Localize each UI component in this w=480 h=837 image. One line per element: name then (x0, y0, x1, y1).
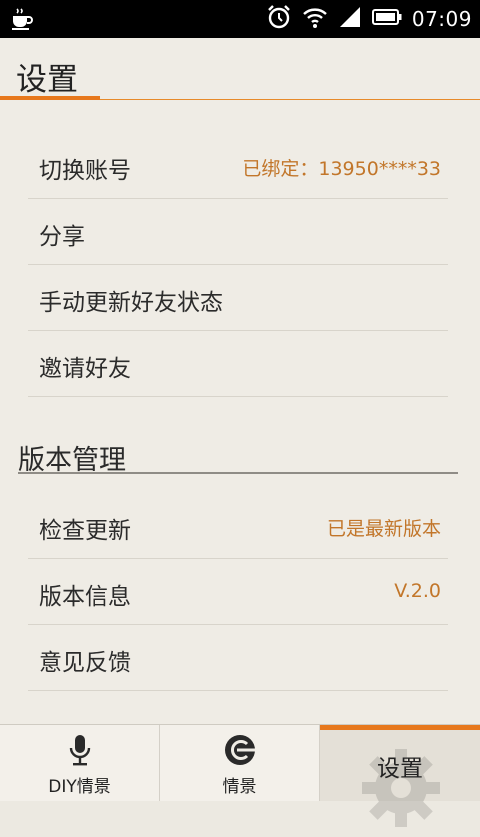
row-label: 切换账号 (39, 158, 131, 184)
microphone-icon (65, 733, 95, 773)
tab-label: 情景 (222, 777, 257, 797)
page-title: 设置 (16, 62, 78, 98)
title-accent-bar (0, 96, 100, 100)
status-bar: 07:09 (0, 0, 480, 38)
selected-tab-indicator (320, 725, 480, 730)
check-update-row[interactable]: 检查更新 已是最新版本 (28, 493, 448, 559)
alarm-icon (266, 4, 292, 34)
scene-icon (223, 733, 257, 771)
version-info-row[interactable]: 版本信息 V.2.0 (28, 559, 448, 625)
tab-diy-scene[interactable]: DIY情景 (0, 725, 160, 801)
share-row[interactable]: 分享 (28, 199, 448, 265)
row-label: 意见反馈 (39, 650, 131, 676)
row-label: 分享 (39, 224, 85, 250)
battery-icon (371, 7, 402, 31)
status-clock: 07:09 (411, 7, 472, 31)
refresh-friend-status-row[interactable]: 手动更新好友状态 (28, 265, 448, 331)
tab-label: DIY情景 (48, 777, 111, 797)
row-label: 邀请好友 (39, 356, 131, 382)
tab-label: 设置 (377, 756, 423, 782)
tab-scene[interactable]: 情景 (160, 725, 320, 801)
bottom-tab-bar: DIY情景 情景 设置 (0, 724, 480, 827)
row-label: 手动更新好友状态 (39, 290, 223, 316)
version-number-value: V.2.0 (394, 580, 441, 602)
signal-icon (338, 5, 362, 33)
update-status-value: 已是最新版本 (326, 518, 441, 540)
wifi-icon (302, 5, 328, 33)
row-label: 检查更新 (39, 518, 131, 544)
invite-friends-row[interactable]: 邀请好友 (28, 331, 448, 397)
title-bar: 设置 (0, 38, 480, 102)
tab-settings[interactable]: 设置 (320, 725, 480, 827)
feedback-row[interactable]: 意见反馈 (28, 625, 448, 691)
coffee-icon (10, 7, 34, 35)
switch-account-row[interactable]: 切换账号 已绑定：13950****33 (28, 133, 448, 199)
settings-screen: 设置 切换账号 已绑定：13950****33 分享 手动更新好友状态 邀请好友… (0, 38, 480, 800)
section-divider (18, 472, 458, 474)
row-label: 版本信息 (39, 584, 131, 610)
bound-account-value: 已绑定：13950****33 (242, 158, 441, 180)
